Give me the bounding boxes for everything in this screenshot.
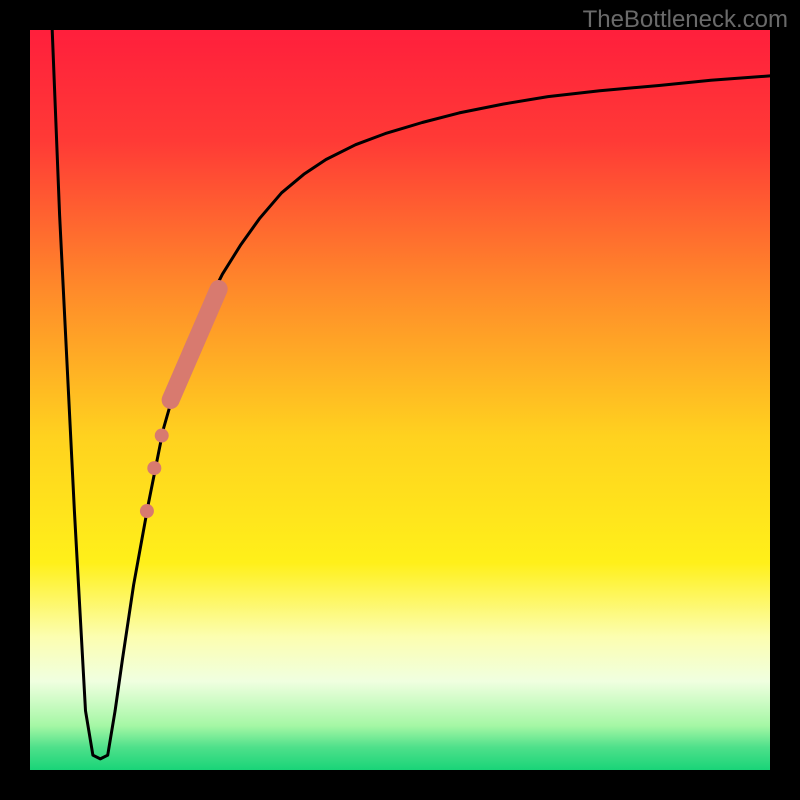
bottleneck-chart: TheBottleneck.com <box>0 0 800 800</box>
highlight-dot <box>147 461 161 475</box>
watermark-text: TheBottleneck.com <box>583 6 788 34</box>
chart-canvas <box>0 0 800 800</box>
plot-background <box>30 30 770 770</box>
highlight-dot <box>155 429 169 443</box>
highlight-dot <box>140 504 154 518</box>
